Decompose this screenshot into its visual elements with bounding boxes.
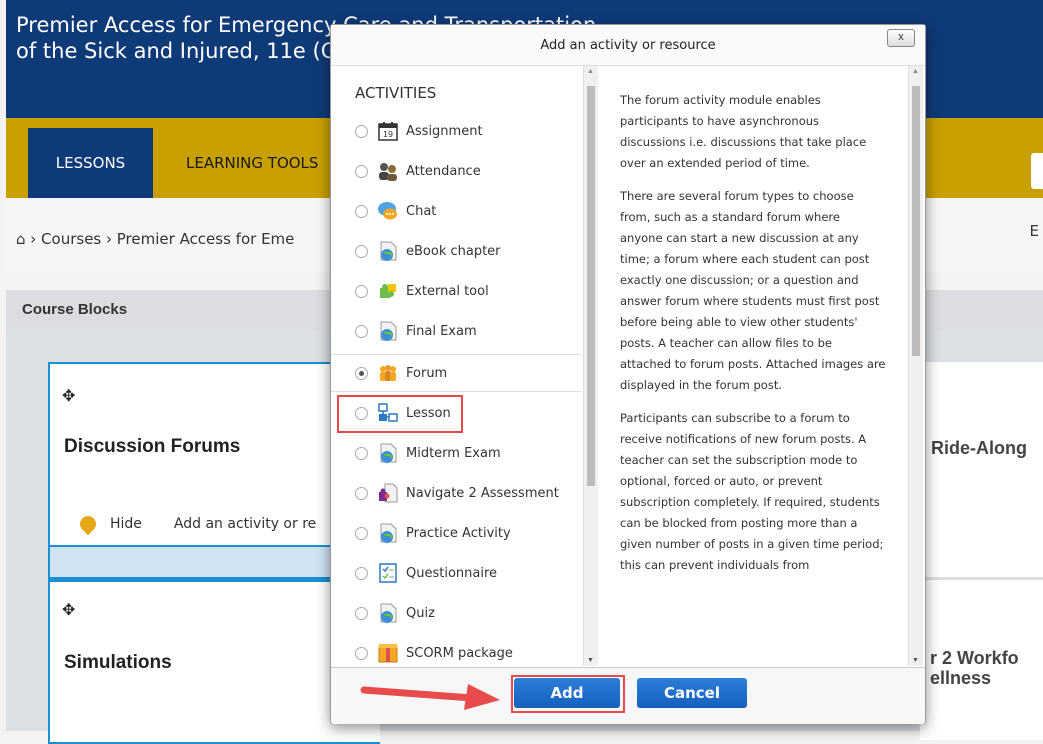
checklist-icon (376, 561, 400, 585)
add-activity-link[interactable]: Add an activity or re (174, 516, 316, 532)
description-paragraph: There are several forum types to choose … (620, 189, 886, 392)
option-label: Lesson (406, 405, 451, 421)
radio-button[interactable] (355, 526, 368, 540)
option-chat[interactable]: Chat (331, 194, 581, 228)
move-icon[interactable]: ✥ (62, 386, 75, 406)
add-activity-dialog: Add an activity or resource x ACTIVITIES… (330, 24, 926, 724)
page-globe-icon (376, 319, 400, 343)
breadcrumb-right-label[interactable]: E (1030, 222, 1039, 240)
hide-link[interactable]: Hide (110, 516, 142, 532)
dialog-title: Add an activity or resource (540, 38, 716, 53)
page-globe-icon (376, 239, 400, 263)
option-assignment[interactable]: 19 Assignment (331, 114, 581, 148)
option-attendance[interactable]: Attendance (331, 154, 581, 188)
tab-learning-tools[interactable]: LEARNING TOOLS (176, 128, 328, 198)
forum-people-icon (376, 361, 400, 385)
svg-text:19: 19 (383, 130, 393, 139)
radio-button[interactable] (355, 606, 368, 620)
option-label: Final Exam (406, 323, 477, 339)
radio-button[interactable] (355, 566, 368, 580)
tab-lessons[interactable]: LESSONS (28, 128, 153, 198)
scroll-up-icon[interactable]: ▲ (912, 68, 919, 75)
option-label: Quiz (406, 605, 435, 621)
search-input[interactable] (1031, 153, 1043, 189)
puzzle-icon (376, 279, 400, 303)
option-navigate-2-assessment[interactable]: Navigate 2 Assessment (331, 476, 581, 510)
option-label: eBook chapter (406, 243, 501, 259)
radio-button-selected[interactable] (355, 366, 368, 380)
options-scrollbar[interactable]: ▲ ▼ (583, 66, 598, 666)
page-globe-icon (376, 441, 400, 465)
move-icon[interactable]: ✥ (62, 600, 75, 620)
radio-button[interactable] (355, 446, 368, 460)
workforce-wellness-section: r 2 Workfo ellness (920, 580, 1043, 740)
option-label: SCORM package (406, 645, 513, 661)
ride-along-section: Ride-Along (920, 362, 1043, 577)
description-paragraph: The forum activity module enables partic… (620, 93, 867, 170)
option-scorm-package[interactable]: SCORM package (331, 636, 581, 666)
option-forum[interactable]: Forum (331, 354, 581, 392)
cancel-button[interactable]: Cancel (637, 678, 747, 708)
close-button[interactable]: x (887, 29, 915, 47)
ride-along-title: Ride-Along (931, 438, 1027, 458)
radio-button[interactable] (355, 324, 368, 338)
option-label: External tool (406, 283, 489, 299)
radio-button[interactable] (355, 284, 368, 298)
option-label: Midterm Exam (406, 445, 501, 461)
activity-description: The forum activity module enables partic… (598, 66, 908, 666)
option-lesson[interactable]: Lesson (331, 396, 581, 430)
option-questionnaire[interactable]: Questionnaire (331, 556, 581, 590)
option-quiz[interactable]: Quiz (331, 596, 581, 630)
lesson-flow-icon (376, 401, 400, 425)
option-label: Chat (406, 203, 437, 219)
radio-button[interactable] (355, 124, 368, 138)
chat-bubble-icon (376, 199, 400, 223)
dialog-header: Add an activity or resource x (331, 25, 925, 66)
option-label: Practice Activity (406, 525, 511, 541)
red-arrow-icon (360, 684, 500, 710)
add-button[interactable]: Add (514, 678, 620, 708)
scroll-up-icon[interactable]: ▲ (587, 68, 594, 75)
page-globe-icon (376, 601, 400, 625)
radio-button[interactable] (355, 244, 368, 258)
scrollbar-thumb[interactable] (587, 86, 595, 486)
discussion-forums-title: Discussion Forums (64, 436, 241, 457)
activities-heading: ACTIVITIES (355, 84, 437, 102)
calendar-icon: 19 (376, 119, 400, 143)
section-actions: Hide Add an activity or re (76, 512, 316, 536)
breadcrumb-trail[interactable]: ⌂ › Courses › Premier Access for Eme (16, 230, 294, 248)
option-label: Assignment (406, 123, 483, 139)
option-final-exam[interactable]: Final Exam (331, 314, 581, 348)
option-label: Forum (406, 365, 448, 381)
option-label: Attendance (406, 163, 481, 179)
page-globe-icon (376, 521, 400, 545)
option-label: Navigate 2 Assessment (406, 485, 559, 501)
workforce-title-line1: r 2 Workfo (930, 648, 1019, 668)
radio-button[interactable] (355, 406, 368, 420)
package-icon (376, 641, 400, 665)
activity-options-list: ACTIVITIES 19 Assignment Attendance Chat… (331, 66, 584, 666)
description-paragraph: Participants can subscribe to a forum to… (620, 411, 884, 572)
people-icon (376, 159, 400, 183)
workforce-title-line2: ellness (930, 668, 992, 688)
description-scrollbar[interactable]: ▲ ▼ (908, 66, 923, 666)
scrollbar-thumb[interactable] (912, 86, 920, 356)
option-label: Questionnaire (406, 565, 498, 581)
radio-button[interactable] (355, 646, 368, 660)
course-blocks-label: Course Blocks (22, 301, 128, 318)
radio-button[interactable] (355, 164, 368, 178)
scroll-down-icon[interactable]: ▼ (912, 657, 919, 664)
option-external-tool[interactable]: External tool (331, 274, 581, 308)
lightbulb-icon[interactable] (76, 512, 100, 536)
puzzle-page-icon (376, 481, 400, 505)
option-midterm-exam[interactable]: Midterm Exam (331, 436, 581, 470)
radio-button[interactable] (355, 204, 368, 218)
option-ebook-chapter[interactable]: eBook chapter (331, 234, 581, 268)
option-practice-activity[interactable]: Practice Activity (331, 516, 581, 550)
radio-button[interactable] (355, 486, 368, 500)
simulations-title: Simulations (64, 652, 172, 673)
scroll-down-icon[interactable]: ▼ (587, 657, 594, 664)
